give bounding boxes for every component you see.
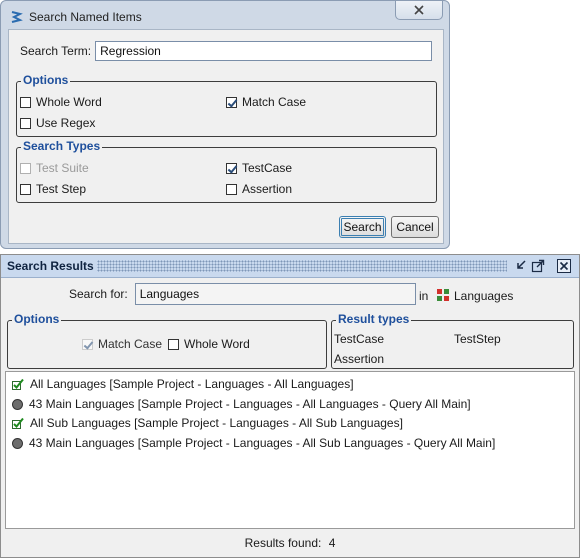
result-type-teststep: TestStep: [454, 332, 501, 346]
close-icon: [414, 5, 424, 15]
search-for-label: Search for:: [69, 287, 128, 301]
result-item[interactable]: 43 Main Languages [Sample Project - Lang…: [12, 436, 495, 450]
result-text: 43 Main Languages [Sample Project - Lang…: [29, 397, 471, 411]
results-found-label: Results found:: [244, 536, 322, 550]
testcase-label: TestCase: [242, 161, 293, 175]
test-suite-label: Test Suite: [36, 161, 89, 175]
dialog-title: Search Named Items: [29, 10, 142, 24]
search-term-input[interactable]: [95, 41, 433, 61]
assertion-label: Assertion: [242, 182, 293, 196]
search-term-label: Search Term:: [20, 44, 92, 58]
match-case-checkbox[interactable]: Match Case: [226, 95, 306, 109]
checkbox-box: [226, 162, 237, 174]
results-match-case-label: Match Case: [98, 337, 163, 351]
results-options-group: Options Match Case Whole Word: [7, 312, 327, 369]
scope-label: Languages: [454, 289, 514, 303]
use-regex-checkbox[interactable]: Use Regex: [20, 116, 95, 130]
result-types-legend: Result types: [336, 312, 412, 326]
search-named-items-dialog: Search Named Items Search Term: Options …: [0, 0, 450, 249]
result-type-assertion: Assertion: [334, 352, 385, 366]
test-suite-checkbox[interactable]: Test Suite: [20, 161, 89, 175]
result-text: All Sub Languages [Sample Project - Lang…: [30, 416, 403, 430]
whole-word-checkbox[interactable]: Whole Word: [20, 95, 102, 109]
results-whole-word-checkbox[interactable]: Whole Word: [168, 337, 250, 351]
test-step-label: Test Step: [36, 182, 87, 196]
results-found-status: Results found: 4: [1, 536, 579, 550]
search-for-input[interactable]: [134, 283, 416, 305]
result-text: 43 Main Languages [Sample Project - Lang…: [29, 436, 496, 450]
teststep-circle-icon: [12, 398, 23, 410]
result-item[interactable]: All Sub Languages [Sample Project - Lang…: [12, 416, 403, 430]
in-label: in: [419, 289, 429, 303]
checkbox-box: [20, 96, 31, 108]
use-regex-label: Use Regex: [36, 116, 96, 130]
assertion-checkbox[interactable]: Assertion: [226, 182, 292, 196]
checkbox-box: [226, 183, 237, 195]
checkbox-box: [226, 96, 237, 108]
results-match-case-checkbox[interactable]: Match Case: [82, 337, 162, 351]
panel-title: Search Results: [7, 259, 94, 273]
results-found-count: 4: [328, 536, 336, 550]
search-for-row: Search for:: [69, 283, 416, 305]
close-button[interactable]: [395, 1, 443, 20]
result-item[interactable]: 43 Main Languages [Sample Project - Lang…: [12, 397, 471, 411]
search-types-group: Search Types Test Suite TestCase Test St…: [16, 139, 437, 203]
testcase-check-icon: [12, 417, 24, 429]
results-whole-word-label: Whole Word: [184, 337, 250, 351]
search-results-panel: Search Results Search for: in Languages …: [0, 254, 580, 558]
checkbox-box: [20, 117, 31, 129]
result-type-testcase: TestCase: [334, 332, 385, 346]
results-list: All Languages [Sample Project - Language…: [5, 371, 575, 529]
test-step-checkbox[interactable]: Test Step: [20, 182, 86, 196]
header-grip: [97, 260, 507, 272]
search-button[interactable]: Search: [339, 216, 386, 238]
result-text: All Languages [Sample Project - Language…: [30, 377, 354, 391]
teststep-circle-icon: [12, 437, 23, 449]
testcase-check-icon: [12, 378, 24, 390]
detach-icon[interactable]: [531, 259, 545, 273]
checkbox-box: [168, 338, 179, 350]
project-grid-icon: [437, 289, 449, 301]
minimize-icon[interactable]: [513, 259, 527, 273]
dialog-client-area: Search Term: Options Whole Word Match Ca…: [8, 29, 444, 244]
result-item[interactable]: All Languages [Sample Project - Language…: [12, 377, 354, 391]
checkbox-box: [82, 338, 93, 350]
search-term-row: Search Term:: [20, 41, 433, 61]
panel-header: Search Results: [1, 255, 579, 278]
whole-word-label: Whole Word: [36, 95, 102, 109]
cancel-button[interactable]: Cancel: [391, 216, 439, 238]
options-group: Options Whole Word Match Case Use Regex: [16, 73, 437, 137]
checkbox-box: [20, 183, 31, 195]
checkbox-box: [20, 162, 31, 174]
options-legend: Options: [21, 73, 71, 87]
close-panel-icon[interactable]: [557, 259, 571, 273]
app-logo-icon: [11, 11, 23, 23]
dialog-title-bar: Search Named Items: [9, 7, 142, 27]
search-types-legend: Search Types: [21, 139, 103, 153]
result-types-group: Result types TestCase TestStep Assertion: [331, 312, 574, 369]
testcase-checkbox[interactable]: TestCase: [226, 161, 292, 175]
results-options-legend: Options: [12, 312, 62, 326]
match-case-label: Match Case: [242, 95, 307, 109]
